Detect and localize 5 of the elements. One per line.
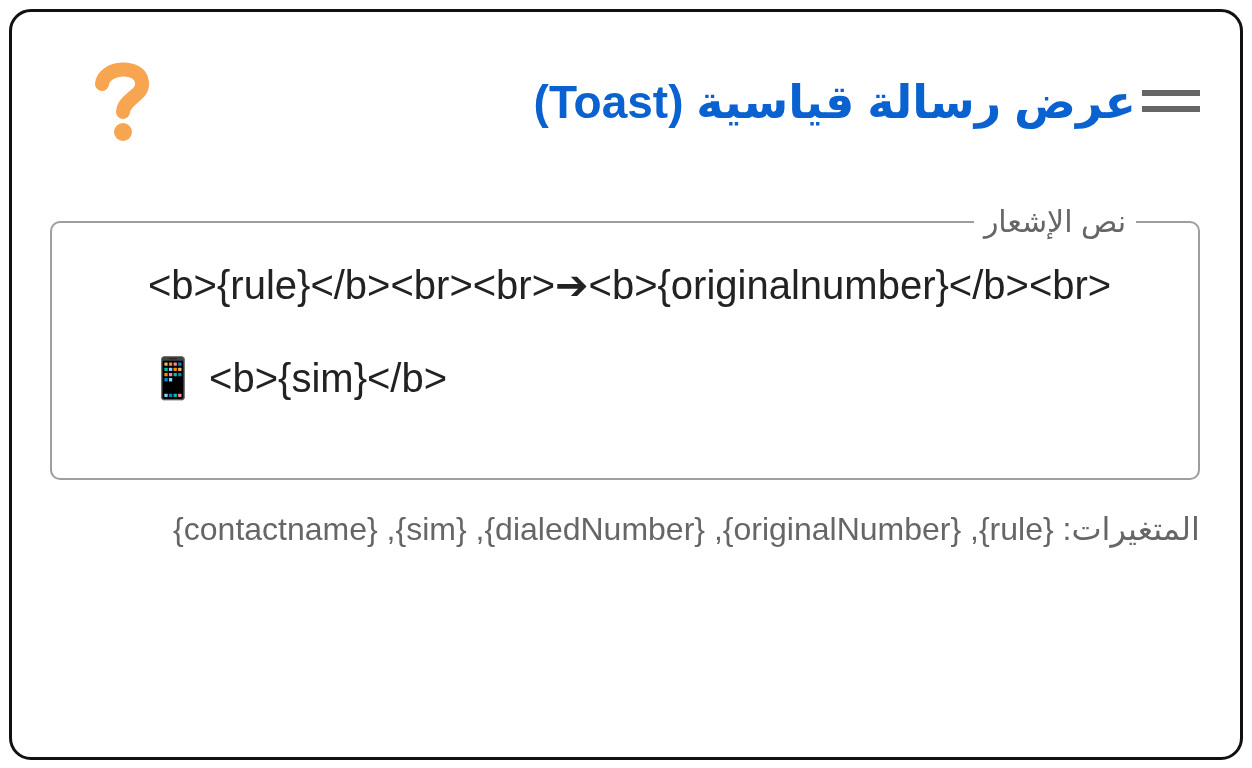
field-value: <b>{rule}</b><br><br>➔<b>{originalnumber}</b><br>📱 <b>{sim}</b> <box>148 262 1113 403</box>
card-title: عرض رسالة قياسية (Toast) <box>533 75 1136 129</box>
field-label: نص الإشعار <box>981 204 1127 239</box>
drag-handle-icon[interactable] <box>1142 90 1200 114</box>
variables-hint: المتغيرات: {rule}, {originalNumber}, {dialedNumber}, {sim}, {contactname} <box>172 510 1200 550</box>
